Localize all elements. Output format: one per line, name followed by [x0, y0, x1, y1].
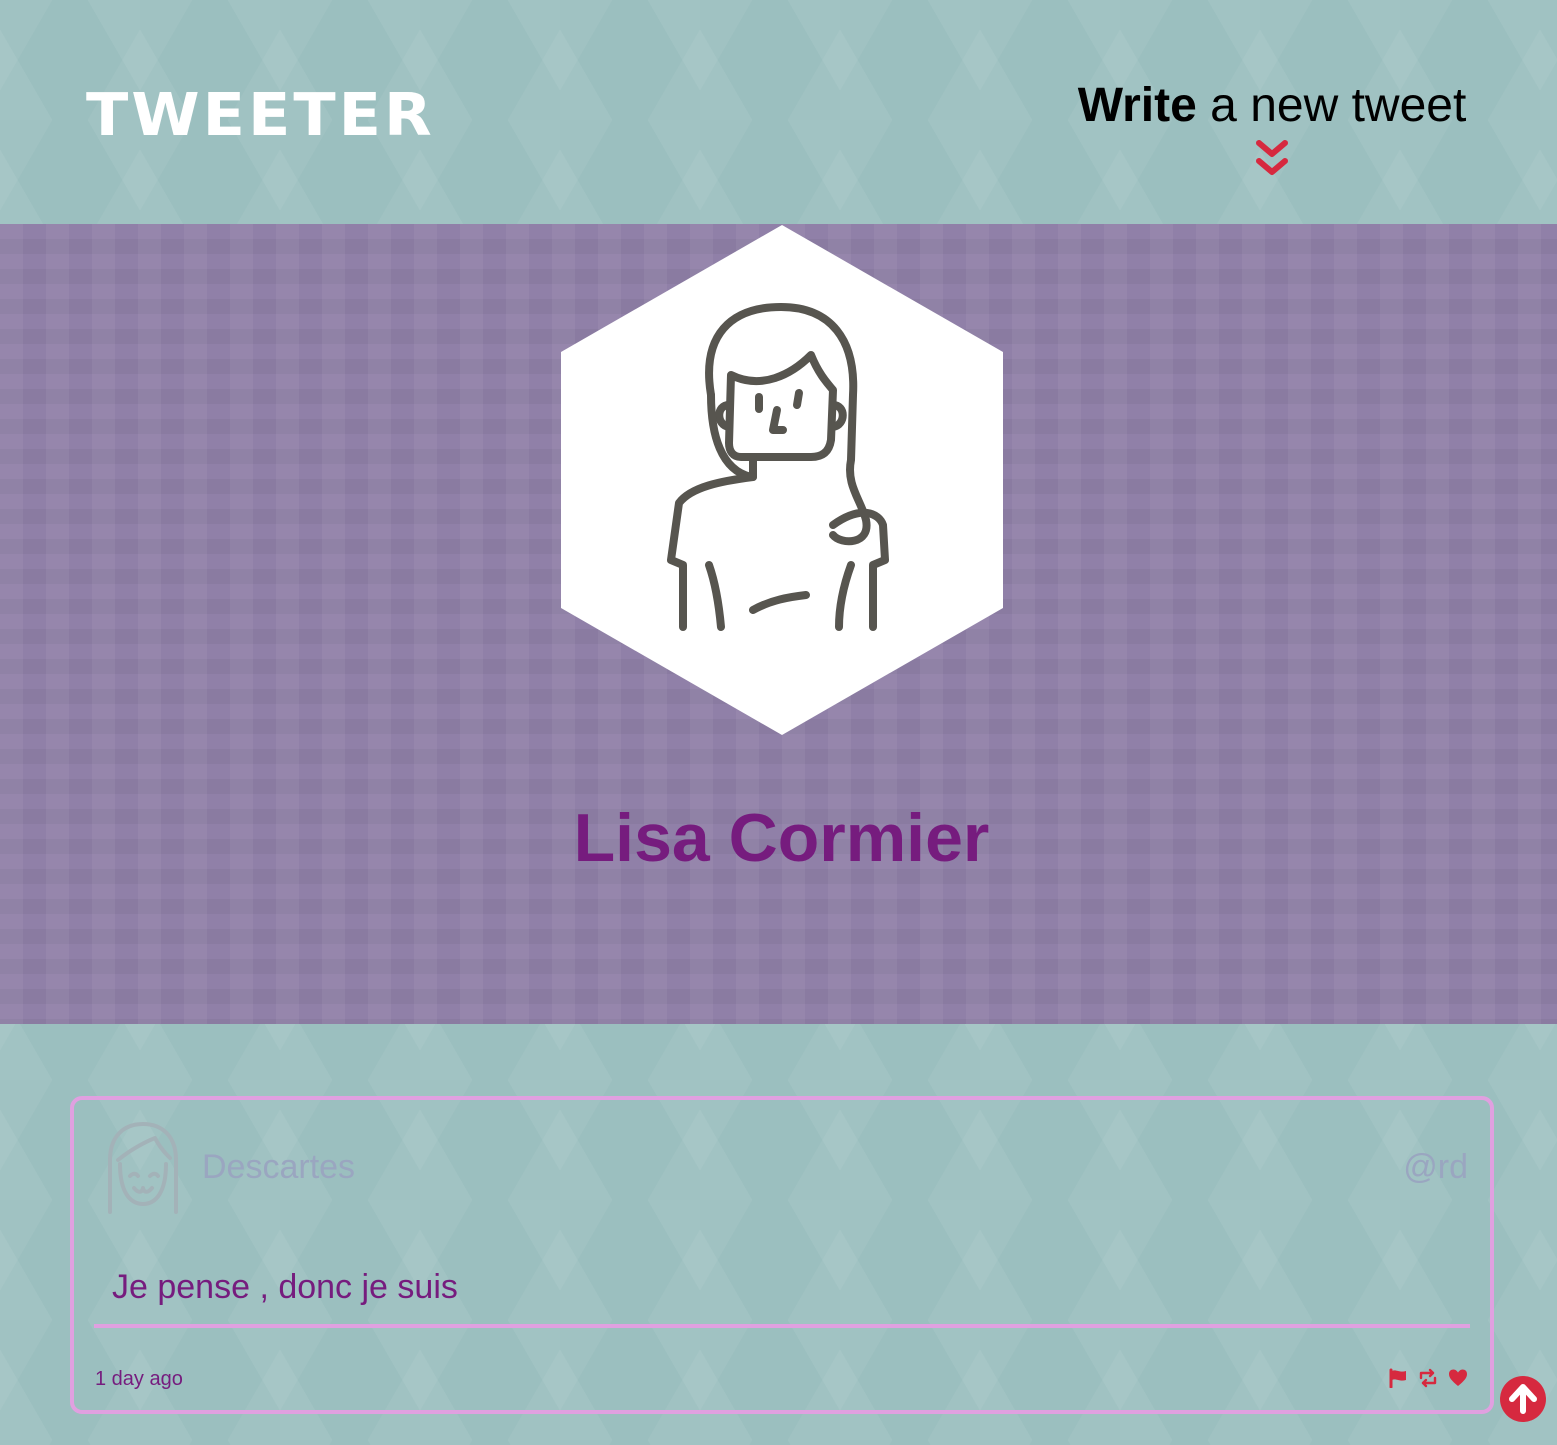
profile-banner: Lisa Cormier: [0, 224, 1557, 1024]
brand-logo[interactable]: TWEETER: [86, 85, 435, 145]
tweet-author-name[interactable]: Descartes: [202, 1148, 355, 1187]
profile-avatar: [561, 225, 1003, 735]
tweet-timestamp: 1 day ago: [95, 1368, 183, 1390]
flag-icon[interactable]: [1388, 1368, 1408, 1388]
heart-icon[interactable]: [1448, 1368, 1468, 1388]
tweet-actions: [1388, 1368, 1468, 1388]
tweet-content: Je pense , donc je suis: [112, 1268, 458, 1306]
compose-toggle-label-bold: Write: [1077, 79, 1197, 132]
profile-name: Lisa Cormier: [573, 800, 990, 876]
tweet-author-handle[interactable]: @rd: [1403, 1148, 1468, 1187]
retweet-icon[interactable]: [1418, 1368, 1438, 1388]
tweet-divider: [94, 1324, 1470, 1328]
nav-bar: TWEETER Write a new tweet: [0, 0, 1557, 224]
double-chevron-down-icon: [1256, 139, 1288, 175]
arrow-up-circle-icon[interactable]: [1499, 1375, 1547, 1423]
compose-toggle-label: Write a new tweet: [1060, 79, 1484, 133]
smiling-face-avatar-icon: [108, 1122, 178, 1214]
compose-toggle-button[interactable]: Write a new tweet: [1060, 79, 1484, 179]
tweet-card: Descartes @rd Je pense , donc je suis 1 …: [70, 1096, 1494, 1414]
compose-toggle-label-rest: a new tweet: [1196, 79, 1467, 132]
